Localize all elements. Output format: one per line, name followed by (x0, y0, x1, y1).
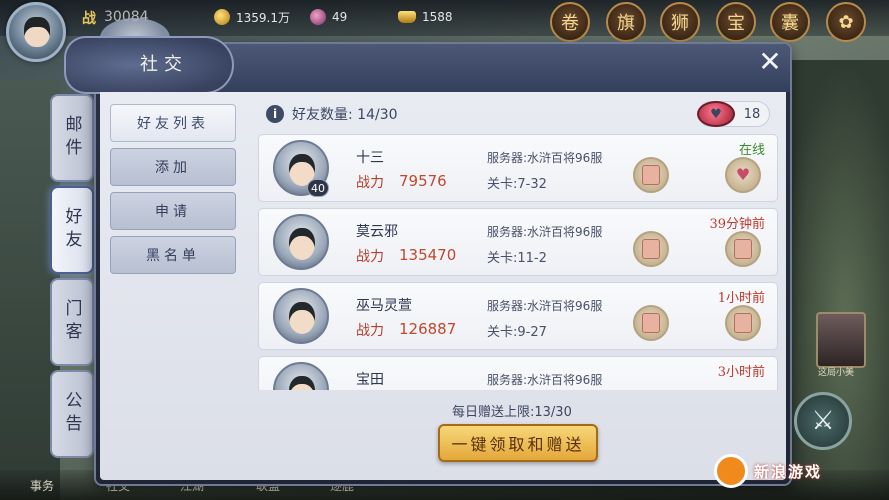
claim-gift-button[interactable] (633, 231, 669, 267)
lion-icon[interactable]: 狮 (660, 2, 700, 42)
friend-power: 126887 (399, 320, 457, 338)
friend-name: 十三 (356, 150, 384, 166)
coin-amount: 1359.1万 (236, 10, 290, 25)
stamina-card-icon (642, 165, 660, 185)
heart-card-icon: ♥ (735, 165, 751, 184)
player-avatar[interactable] (6, 2, 66, 62)
claim-gift-button[interactable] (633, 305, 669, 341)
friend-stage: 关卡:9-27 (487, 325, 547, 340)
scroll-icon[interactable]: 卷 (550, 2, 590, 42)
friend-row[interactable]: 莫云邪 战力 135470 服务器:水浒百将96服 关卡:11-2 39分钟前 (258, 208, 778, 276)
ingot-resource[interactable]: 1588 (398, 7, 453, 27)
friend-power: 79576 (399, 172, 447, 190)
side-tab-friends-label: 好友 (61, 207, 82, 253)
friend-server: 服务器:水浒百将96服 (487, 373, 603, 387)
crossed-swords-icon[interactable]: ⚔ (794, 392, 852, 450)
friend-count-label: 好友数量: 14/30 (292, 107, 398, 123)
power-label: 战 (82, 11, 96, 27)
side-tab-retainers-label: 门客 (61, 299, 82, 345)
flower-icon[interactable]: ✿ (826, 2, 866, 42)
treasure-icon[interactable]: 宝 (716, 2, 756, 42)
gem-resource[interactable]: 49 (310, 7, 347, 27)
claim-gift-button[interactable] (633, 157, 669, 193)
friend-power-label: 战力 (356, 249, 384, 265)
friend-level-badge: 40 (307, 179, 329, 197)
friend-status: 1小时前 (717, 291, 765, 306)
stamina-card-icon (734, 239, 752, 259)
info-icon[interactable]: i (266, 105, 284, 123)
gem-amount: 49 (332, 10, 348, 24)
friend-status: 3小时前 (717, 365, 765, 380)
friend-count: i 好友数量: 14/30 (266, 104, 398, 124)
side-tab-mail[interactable]: 邮件 (50, 94, 94, 182)
gift-card-icon: ♥ (697, 101, 735, 127)
send-gift-button[interactable]: ♥ (725, 157, 761, 193)
watermark-text: 新浪游戏 (754, 462, 823, 481)
stamina-card-icon (734, 313, 752, 333)
friend-server: 服务器:水浒百将96服 (487, 151, 603, 165)
side-tab-announcements[interactable]: 公告 (50, 370, 94, 458)
side-portrait[interactable] (816, 312, 866, 368)
stamina-card-icon (642, 313, 660, 333)
friend-power-label: 战力 (356, 323, 384, 339)
friend-row[interactable]: 巫马灵萱 战力 126887 服务器:水浒百将96服 关卡:9-27 1小时前 (258, 282, 778, 350)
friend-power: 135470 (399, 246, 457, 264)
subnav-requests[interactable]: 申请 (110, 192, 236, 230)
close-icon: ✕ (758, 45, 782, 78)
subnav-add[interactable]: 添加 (110, 148, 236, 186)
friend-server: 服务器:水浒百将96服 (487, 225, 603, 239)
send-gift-button[interactable] (725, 231, 761, 267)
panel-title: 社交 (140, 54, 188, 75)
friend-power-label: 战力 (356, 175, 384, 191)
coin-resource[interactable]: 1359.1万 (214, 7, 290, 27)
friend-server: 服务器:水浒百将96服 (487, 299, 603, 313)
gift-counter: ♥ 18 (697, 101, 770, 127)
subnav-blacklist[interactable]: 黑名单 (110, 236, 236, 274)
friend-row[interactable]: 40 十三 战力 79576 服务器:水浒百将96服 关卡:7-32 在线 ♥ (258, 134, 778, 202)
friend-avatar[interactable] (273, 214, 329, 270)
friend-avatar[interactable] (273, 362, 329, 390)
side-tab-friends[interactable]: 好友 (50, 186, 94, 274)
gift-count: 18 (743, 106, 761, 122)
side-tab-announcements-label: 公告 (61, 391, 82, 437)
bottom-menu-affairs[interactable]: 事务 (30, 477, 54, 494)
ingot-icon (398, 11, 416, 23)
friend-stage: 关卡:7-32 (487, 177, 547, 192)
side-tab-mail-label: 邮件 (61, 115, 82, 161)
close-button[interactable]: ✕ (754, 46, 786, 78)
subnav-friend-list[interactable]: 好友列表 (110, 104, 236, 142)
side-portrait-label: 这局小美 (818, 368, 855, 378)
friend-list[interactable]: 40 十三 战力 79576 服务器:水浒百将96服 关卡:7-32 在线 ♥ … (258, 134, 778, 390)
war-flag-icon[interactable]: 旗 (606, 2, 646, 42)
friend-name: 巫马灵萱 (356, 298, 412, 314)
pouch-icon[interactable]: 囊 (770, 2, 810, 42)
stamina-card-icon (642, 239, 660, 259)
coin-icon (214, 9, 230, 25)
friend-name: 莫云邪 (356, 224, 398, 240)
watermark: 新浪游戏 (714, 454, 822, 488)
side-tab-retainers[interactable]: 门客 (50, 278, 94, 366)
friend-status: 在线 (738, 143, 765, 158)
friend-stage: 关卡:11-2 (487, 251, 547, 266)
friend-name: 宝田 (356, 372, 384, 388)
daily-gift-limit: 每日赠送上限:13/30 (452, 405, 572, 420)
friend-avatar[interactable] (273, 288, 329, 344)
ingot-amount: 1588 (422, 10, 453, 24)
send-gift-button[interactable] (725, 305, 761, 341)
watermark-logo-icon (714, 454, 748, 488)
friend-row[interactable]: 宝田 服务器:水浒百将96服 3小时前 (258, 356, 778, 390)
gem-icon (310, 9, 326, 25)
friend-status: 39分钟前 (709, 217, 765, 232)
claim-and-send-all-button[interactable]: 一键领取和赠送 (438, 424, 598, 462)
